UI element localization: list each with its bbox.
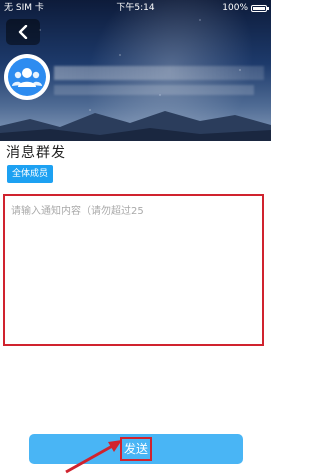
battery-percent: 100% xyxy=(222,3,248,13)
message-input[interactable] xyxy=(11,202,256,338)
mountain-silhouette xyxy=(0,111,271,141)
group-info-blurred xyxy=(54,85,254,95)
annotation-arrow-icon xyxy=(65,440,122,474)
page-title: 消息群发 xyxy=(6,145,66,161)
chevron-left-icon xyxy=(18,25,28,39)
back-button[interactable] xyxy=(6,19,40,45)
group-icon xyxy=(8,58,46,96)
send-button[interactable]: 发送 xyxy=(29,434,243,464)
status-bar: 无 SIM 卡 下午5:14 100% xyxy=(0,0,271,16)
status-right: 100% xyxy=(222,0,269,16)
battery-icon xyxy=(251,4,269,12)
recipient-tag[interactable]: 全体成员 xyxy=(7,165,54,183)
avatar xyxy=(4,54,50,100)
message-input-box xyxy=(3,194,264,346)
group-name-blurred xyxy=(54,66,264,80)
